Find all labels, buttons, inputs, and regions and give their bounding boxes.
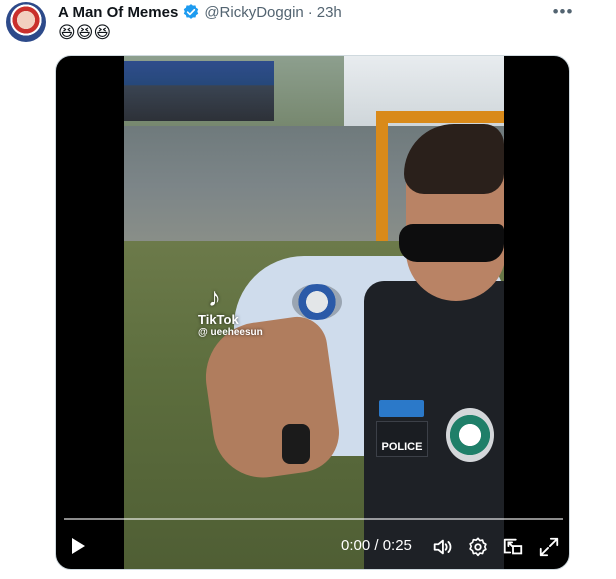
tiktok-watermark: ♪ TikTok @ ueeheesun	[198, 284, 263, 339]
author-avatar[interactable]	[6, 2, 46, 42]
tiktok-brand: TikTok	[198, 312, 239, 327]
tweet-header: A Man Of Memes @RickyDoggin · 23h	[58, 2, 342, 22]
settings-icon[interactable]	[467, 536, 489, 558]
vest-blue-tag	[379, 400, 424, 417]
verified-badge-icon	[184, 4, 199, 19]
wristwatch	[282, 424, 310, 464]
author-display-name[interactable]: A Man Of Memes	[58, 4, 178, 21]
volume-icon[interactable]	[431, 536, 453, 558]
shoulder-patch	[292, 284, 342, 320]
video-player[interactable]: POLICE ♪ TikTok @ ueeheesun 0:00 / 0:25	[55, 55, 570, 570]
play-icon[interactable]	[68, 536, 88, 556]
video-frame: POLICE ♪ TikTok @ ueeheesun	[124, 56, 504, 569]
tweet-timestamp[interactable]: 23h	[317, 4, 342, 21]
orange-barrier	[376, 111, 504, 123]
fullscreen-icon[interactable]	[538, 536, 560, 558]
more-horizontal-icon: •••	[552, 2, 574, 21]
orange-post	[376, 111, 388, 241]
video-time-display: 0:00 / 0:25	[341, 537, 412, 554]
tiktok-username: @ ueeheesun	[198, 327, 263, 338]
video-controls: 0:00 / 0:25	[56, 526, 569, 566]
more-options-button[interactable]: •••	[550, 0, 576, 24]
sunglasses	[399, 224, 504, 262]
video-progress-bar[interactable]	[64, 518, 563, 520]
police-patch: POLICE	[376, 421, 428, 457]
author-handle[interactable]: @RickyDoggin	[204, 4, 303, 21]
blue-truck	[124, 61, 274, 121]
police-badge	[446, 408, 494, 462]
header-separator: ·	[307, 3, 313, 21]
tweet-text: 😆😆😆	[58, 23, 112, 42]
tiktok-icon: ♪	[208, 282, 221, 312]
picture-in-picture-icon[interactable]	[502, 536, 524, 558]
